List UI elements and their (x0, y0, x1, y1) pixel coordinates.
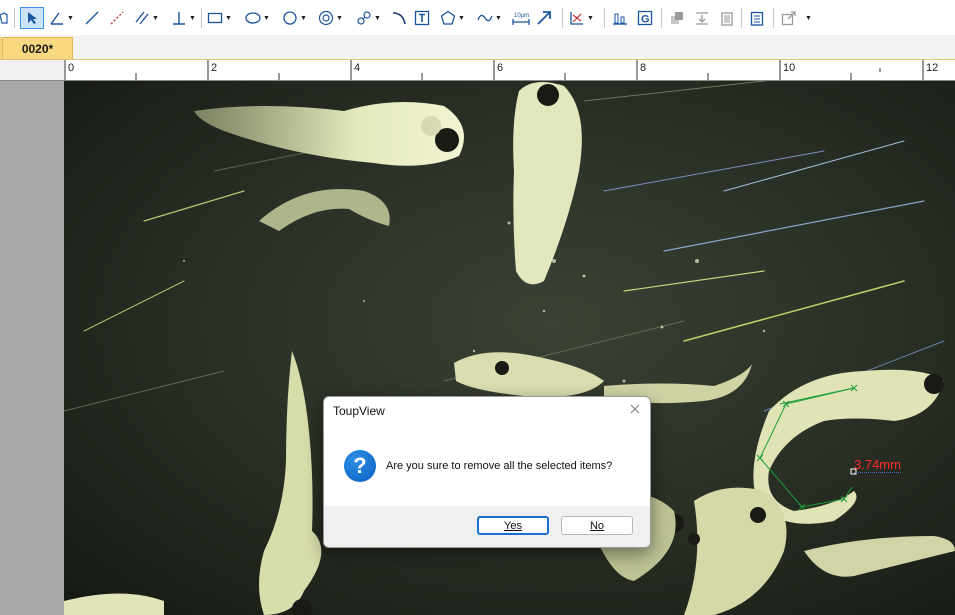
scale-bar-icon: 10µm (512, 13, 530, 25)
perpendicular-tool[interactable]: ▼ (171, 8, 196, 28)
arbitrary-line-tool[interactable] (109, 8, 125, 28)
rectangle-tool[interactable]: ▼ (207, 8, 232, 28)
pan-hand-tool[interactable] (0, 8, 8, 28)
question-icon: ? (344, 450, 376, 482)
align-tool[interactable] (612, 8, 628, 28)
arrow-tool[interactable] (536, 8, 552, 28)
annulus-tool[interactable]: ▼ (318, 8, 343, 28)
move-down-tool[interactable] (694, 8, 710, 28)
polygon-tool[interactable]: ▼ (440, 8, 465, 28)
toolbar-separator (201, 8, 202, 28)
dropdown-arrow-icon[interactable]: ▼ (263, 15, 270, 22)
no-button[interactable]: No (561, 516, 633, 535)
dialog-message: Are you sure to remove all the selected … (386, 460, 613, 472)
dropdown-arrow-icon[interactable]: ▼ (587, 15, 594, 22)
toolbar-separator (661, 8, 662, 28)
group-tool[interactable]: G (637, 8, 653, 28)
ruler-label: 10 (783, 62, 796, 74)
measurement-sheet-tool[interactable] (749, 8, 765, 28)
arc-icon (392, 12, 406, 25)
horizontal-ruler: 0 2 4 6 8 10 12 (64, 60, 955, 81)
dropdown-arrow-icon[interactable]: ▼ (495, 15, 502, 22)
pentagon-icon (440, 10, 456, 25)
curve-icon (477, 14, 493, 22)
dropdown-arrow-icon[interactable]: ▼ (189, 15, 196, 22)
text-box-icon (414, 10, 430, 26)
toolbar-separator (562, 8, 563, 28)
rectangle-icon (207, 12, 223, 24)
angle-tool[interactable]: ▼ (49, 8, 74, 28)
line-icon (85, 11, 99, 25)
dropdown-arrow-icon[interactable]: ▼ (374, 15, 381, 22)
two-circles-tool[interactable]: ▼ (356, 8, 381, 28)
dropdown-arrow-icon[interactable]: ▼ (152, 15, 159, 22)
scale-bar-tool[interactable]: 10µm (512, 8, 530, 28)
dropdown-arrow-icon[interactable]: ▼ (300, 15, 307, 22)
circle-tool[interactable]: ▼ (282, 8, 307, 28)
toolbar-separator (14, 8, 15, 28)
angle-icon (50, 12, 63, 25)
toolbar-separator (773, 8, 774, 28)
parallel-lines-icon (135, 11, 149, 25)
ellipse-icon (245, 12, 261, 24)
calibration-icon (570, 12, 583, 25)
parallel-tool[interactable]: ▼ (134, 8, 159, 28)
linked-circles-icon (357, 11, 371, 25)
ruler-label: 2 (211, 62, 218, 74)
concentric-circles-icon (318, 10, 334, 26)
tab-document[interactable]: 0020* (2, 37, 73, 59)
ruler-label: 12 (926, 62, 939, 74)
dropdown-arrow-icon[interactable]: ▼ (336, 15, 343, 22)
ruler-label: 8 (640, 62, 647, 74)
trash-icon (721, 12, 733, 26)
toolbar-separator (604, 8, 605, 28)
dropdown-arrow-icon[interactable]: ▼ (805, 15, 812, 22)
circle-icon (283, 11, 297, 25)
ruler-ticks (64, 60, 924, 80)
toolbar-separator (741, 8, 742, 28)
line-tool[interactable] (84, 8, 100, 28)
ellipse-tool[interactable]: ▼ (245, 8, 270, 28)
confirm-dialog: ToupView ? Are you sure to remove all th… (323, 396, 651, 548)
dropdown-arrow-icon[interactable]: ▼ (458, 15, 465, 22)
group-g-icon: G (637, 10, 653, 26)
dashed-line-icon (110, 11, 124, 25)
measurement-label[interactable]: 3.74mm (854, 457, 901, 473)
svg-text:10µm: 10µm (514, 13, 529, 19)
arc-tool[interactable] (391, 8, 407, 28)
delete-tool[interactable] (719, 8, 735, 28)
layer-front-icon (671, 12, 683, 24)
ruler-corner (0, 60, 64, 81)
svg-text:G: G (641, 14, 650, 26)
dropdown-arrow-icon[interactable]: ▼ (67, 15, 74, 22)
text-tool[interactable] (414, 8, 430, 28)
bring-front-tool[interactable] (669, 8, 685, 28)
calibration-tool[interactable]: ▼ (569, 8, 594, 28)
export-icon (781, 11, 796, 26)
vertical-ruler (0, 81, 64, 615)
dialog-title: ToupView (333, 404, 385, 418)
yes-button[interactable]: Yes (477, 516, 549, 535)
document-tab-strip (0, 35, 955, 60)
clipboard-icon (750, 11, 764, 26)
ruler-label: 4 (354, 62, 361, 74)
close-icon[interactable] (628, 402, 642, 416)
arrow-icon (537, 11, 551, 25)
hand-icon (0, 12, 8, 24)
select-arrow-icon (28, 12, 37, 24)
ruler-label: 0 (68, 62, 75, 74)
ruler-label: 6 (497, 62, 504, 74)
select-tool[interactable] (20, 7, 44, 29)
curve-tool[interactable]: ▼ (477, 8, 502, 28)
export-tool[interactable]: ▼ (781, 8, 812, 28)
move-down-icon (696, 12, 708, 25)
perpendicular-icon (173, 12, 185, 25)
dialog-footer: Yes No (324, 506, 650, 547)
dropdown-arrow-icon[interactable]: ▼ (225, 15, 232, 22)
toolbar: ▼ ▼ ▼ ▼ ▼ ▼ ▼ ▼ ▼ ▼ 10µm ▼ G ▼ (0, 0, 955, 36)
align-bottom-icon (613, 13, 627, 25)
